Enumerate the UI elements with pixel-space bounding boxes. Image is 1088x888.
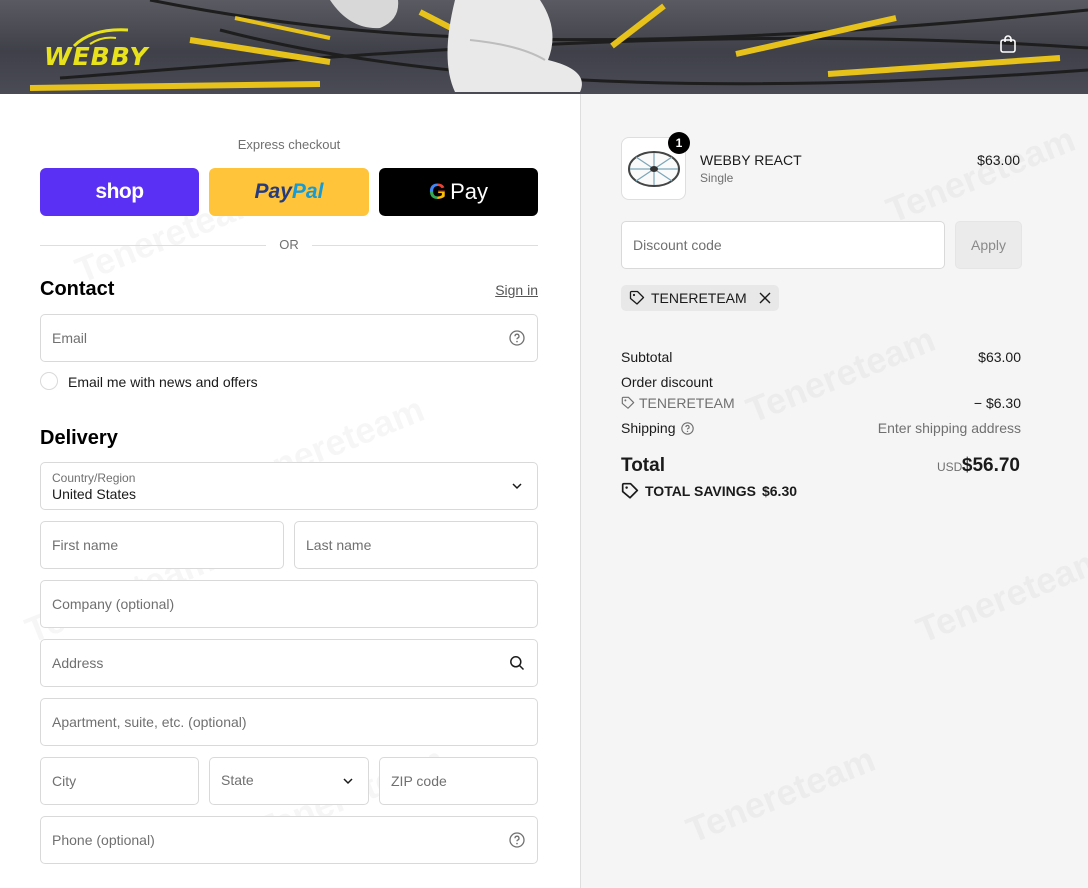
help-circle-icon[interactable] xyxy=(680,421,694,435)
city-placeholder: City xyxy=(52,773,77,789)
shopping-bag-icon xyxy=(1000,35,1016,53)
address-field[interactable]: Address xyxy=(40,639,538,687)
order-summary-column: Tenereteam Tenereteam Tenereteam Teneret… xyxy=(580,94,1088,888)
first-name-field[interactable]: First name xyxy=(40,521,284,569)
order-discount-label: Order discount xyxy=(621,374,713,390)
discount-placeholder: Discount code xyxy=(633,237,722,253)
shop-pay-label: shop xyxy=(95,180,144,203)
delivery-heading: Delivery xyxy=(40,427,118,449)
header-banner: WEBBY xyxy=(0,0,1088,94)
country-label: Country/Region xyxy=(52,471,136,485)
watermark: Tenereteam xyxy=(880,118,1081,232)
address-placeholder: Address xyxy=(52,655,104,671)
total-value: $56.70 xyxy=(961,455,1020,476)
sign-in-link[interactable]: Sign in xyxy=(480,282,538,298)
savings-label: TOTAL SAVINGS xyxy=(645,483,756,499)
newsletter-checkbox[interactable] xyxy=(40,372,58,390)
help-circle-icon[interactable] xyxy=(508,329,526,347)
total-label: Total xyxy=(621,455,665,476)
country-select[interactable]: Country/Region United States xyxy=(40,462,538,510)
quantity-badge: 1 xyxy=(668,132,690,154)
last-name-placeholder: Last name xyxy=(306,537,372,553)
chevron-down-icon xyxy=(339,772,357,790)
subtotal-label: Subtotal xyxy=(621,349,673,365)
google-g-icon: G xyxy=(428,179,447,204)
shop-pay-button[interactable]: shop xyxy=(40,168,199,216)
applied-code: TENERETEAM xyxy=(651,290,747,306)
applied-discount-chip: TENERETEAM xyxy=(621,285,779,311)
tag-icon xyxy=(621,396,635,409)
or-divider: OR xyxy=(40,237,538,253)
contact-heading: Contact xyxy=(40,278,115,300)
remove-discount-icon[interactable] xyxy=(759,292,771,304)
discount-value: − $6.30 xyxy=(973,395,1021,411)
phone-field[interactable]: Phone (optional) xyxy=(40,816,538,864)
checkout-form-column: Tenereteam Tenereteam Tenereteam Teneret… xyxy=(0,94,580,888)
discount-code-field[interactable]: Discount code xyxy=(621,221,945,269)
state-placeholder: State xyxy=(221,772,254,788)
savings-value: $6.30 xyxy=(761,483,798,499)
subtotal-row: Subtotal $63.00 xyxy=(621,349,1021,365)
apartment-placeholder: Apartment, suite, etc. (optional) xyxy=(52,714,247,730)
watermark: Tenereteam xyxy=(680,738,881,852)
tag-icon xyxy=(629,290,645,305)
email-placeholder: Email xyxy=(52,330,88,346)
discount-row: TENERETEAM − $6.30 xyxy=(621,395,1021,413)
newsletter-label: Email me with news and offers xyxy=(68,374,258,390)
product-price: $63.00 xyxy=(977,152,1020,168)
email-field[interactable]: Email xyxy=(40,314,538,362)
help-circle-icon[interactable] xyxy=(508,831,526,849)
first-name-placeholder: First name xyxy=(52,537,119,553)
company-field[interactable]: Company (optional) xyxy=(40,580,538,628)
zip-placeholder: ZIP code xyxy=(391,773,447,789)
shipping-label: Shipping xyxy=(621,420,676,436)
zip-field[interactable]: ZIP code xyxy=(379,757,538,805)
tag-icon xyxy=(621,482,639,499)
paypal-button[interactable]: PayPal xyxy=(209,168,369,216)
logo-text: WEBBY xyxy=(44,42,149,71)
city-field[interactable]: City xyxy=(40,757,199,805)
watermark: Tenereteam xyxy=(910,538,1088,652)
google-pay-label: G Pay xyxy=(428,179,489,204)
chevron-down-icon xyxy=(508,477,526,495)
paypal-label: PayPal xyxy=(254,180,324,203)
state-select[interactable]: State xyxy=(209,757,369,805)
subtotal-value: $63.00 xyxy=(978,349,1021,365)
webby-logo[interactable]: WEBBY xyxy=(44,26,160,71)
product-name: WEBBY REACT xyxy=(700,152,802,168)
country-value: United States xyxy=(52,486,137,502)
shipping-value: Enter shipping address xyxy=(877,420,1021,436)
company-placeholder: Company (optional) xyxy=(52,596,175,612)
discount-code-label: TENERETEAM xyxy=(639,395,735,411)
product-image xyxy=(627,150,680,187)
banner-image xyxy=(29,0,1088,92)
phone-placeholder: Phone (optional) xyxy=(52,832,155,848)
cart-button[interactable] xyxy=(994,30,1022,58)
total-savings: TOTAL SAVINGS $6.30 xyxy=(621,482,797,500)
express-checkout-label: Express checkout xyxy=(237,137,341,152)
shipping-row: Shipping Enter shipping address xyxy=(621,420,1021,436)
product-variant: Single xyxy=(700,171,734,185)
search-icon xyxy=(508,654,526,672)
total-currency: USD xyxy=(937,460,963,474)
apartment-field[interactable]: Apartment, suite, etc. (optional) xyxy=(40,698,538,746)
last-name-field[interactable]: Last name xyxy=(294,521,538,569)
google-pay-button[interactable]: G Pay xyxy=(379,168,538,216)
apply-discount-button[interactable]: Apply xyxy=(955,221,1022,269)
